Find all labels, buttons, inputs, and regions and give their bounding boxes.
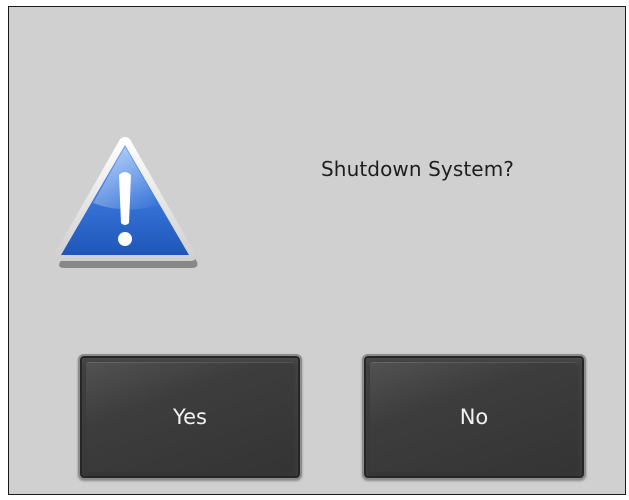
yes-button[interactable]: Yes [78,354,302,480]
dialog-message: Shutdown System? [321,157,515,181]
warning-icon [54,137,198,268]
no-button-label: No [459,405,489,429]
yes-button-label: Yes [173,405,207,429]
shutdown-dialog: Shutdown System? Yes No [8,6,626,495]
no-button[interactable]: No [362,354,586,480]
